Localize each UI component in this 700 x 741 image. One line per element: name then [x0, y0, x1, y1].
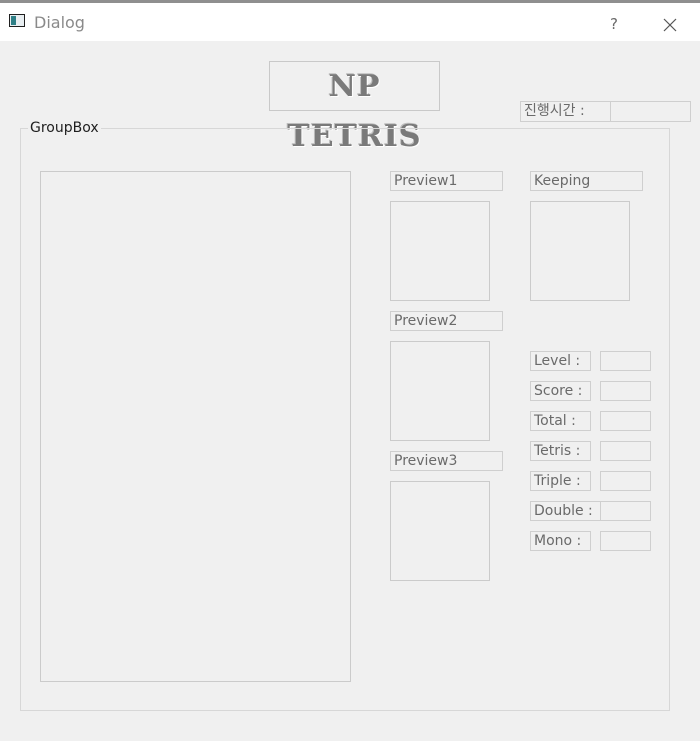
- preview2-label: Preview2: [390, 311, 503, 331]
- level-label: Level :: [530, 351, 591, 371]
- total-field: [600, 411, 651, 431]
- double-label: Double :: [530, 501, 601, 521]
- app-window-icon: [9, 14, 25, 27]
- logo-text: NP TETRIS: [287, 69, 422, 154]
- keeping-area: [530, 201, 630, 301]
- score-label: Score :: [530, 381, 591, 401]
- total-label: Total :: [530, 411, 591, 431]
- elapsed-time-label: 진행시간 :: [520, 101, 611, 122]
- preview2-area: [390, 341, 490, 441]
- double-field: [600, 501, 651, 521]
- close-button[interactable]: [659, 14, 681, 36]
- group-box-title: GroupBox: [28, 120, 101, 136]
- preview3-area: [390, 481, 490, 581]
- help-button[interactable]: ?: [604, 14, 624, 34]
- mono-label: Mono :: [530, 531, 591, 551]
- title-bar: Dialog ?: [0, 0, 700, 41]
- mono-field: [600, 531, 651, 551]
- score-field: [600, 381, 651, 401]
- preview1-area: [390, 201, 490, 301]
- triple-label: Triple :: [530, 471, 591, 491]
- elapsed-time-field: [610, 101, 691, 122]
- level-field: [600, 351, 651, 371]
- window-title: Dialog: [34, 13, 85, 32]
- triple-field: [600, 471, 651, 491]
- preview3-label: Preview3: [390, 451, 503, 471]
- keeping-label: Keeping: [530, 171, 643, 191]
- preview1-label: Preview1: [390, 171, 503, 191]
- game-board: [40, 171, 351, 682]
- logo-frame: NP TETRIS: [269, 61, 440, 154]
- close-icon: [663, 18, 677, 32]
- tetris-label: Tetris :: [530, 441, 591, 461]
- tetris-field: [600, 441, 651, 461]
